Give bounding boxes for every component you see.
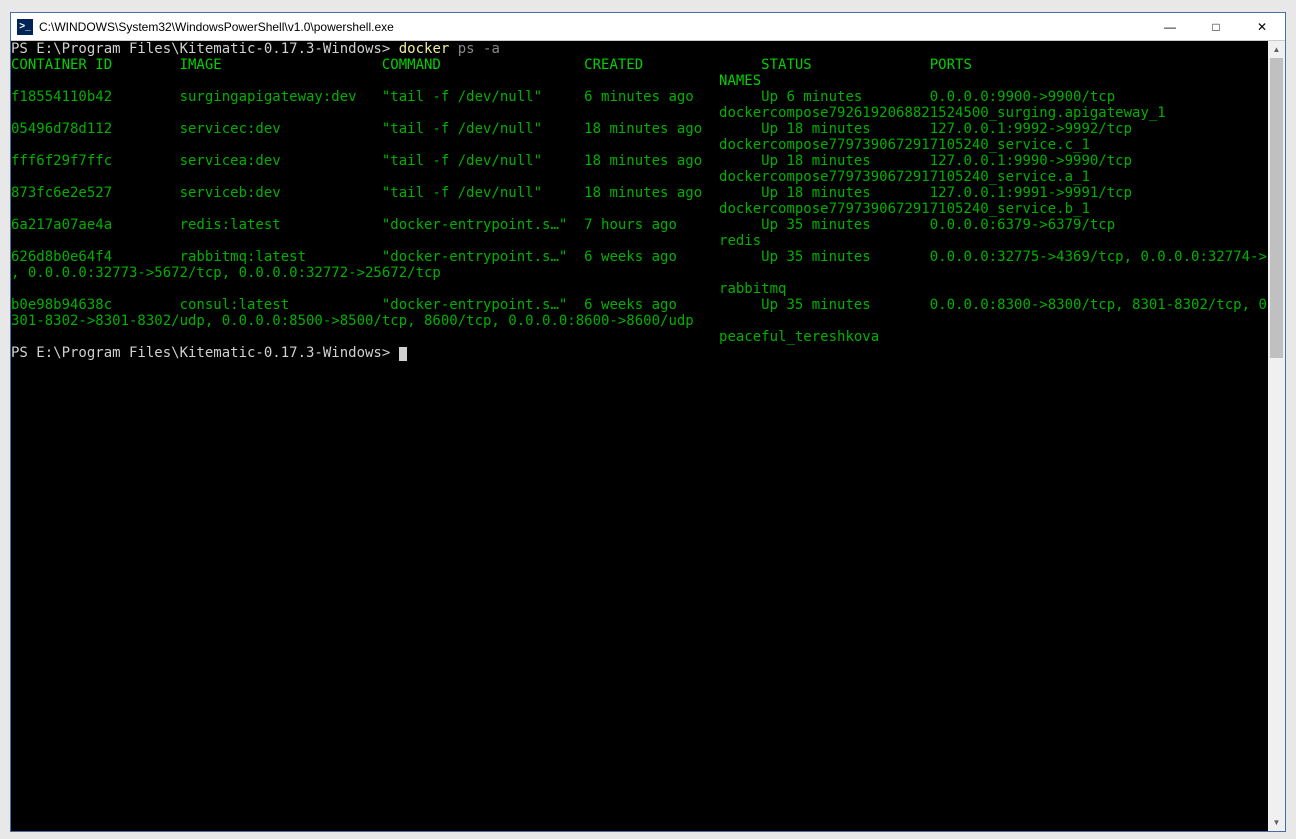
scroll-up-button[interactable]: ▲ (1268, 41, 1285, 58)
window-title: C:\WINDOWS\System32\WindowsPowerShell\v1… (39, 20, 1147, 34)
maximize-button[interactable]: □ (1193, 13, 1239, 40)
vertical-scrollbar[interactable]: ▲ ▼ (1268, 41, 1285, 831)
scroll-track[interactable] (1268, 58, 1285, 814)
terminal-area: PS E:\Program Files\Kitematic-0.17.3-Win… (11, 41, 1285, 831)
window-controls: — □ ✕ (1147, 13, 1285, 40)
scroll-thumb[interactable] (1270, 58, 1283, 358)
powershell-window: >_ C:\WINDOWS\System32\WindowsPowerShell… (10, 12, 1286, 832)
titlebar[interactable]: >_ C:\WINDOWS\System32\WindowsPowerShell… (11, 13, 1285, 41)
terminal-output[interactable]: PS E:\Program Files\Kitematic-0.17.3-Win… (11, 41, 1268, 831)
minimize-button[interactable]: — (1147, 13, 1193, 40)
scroll-down-button[interactable]: ▼ (1268, 814, 1285, 831)
close-button[interactable]: ✕ (1239, 13, 1285, 40)
powershell-icon: >_ (17, 19, 33, 35)
